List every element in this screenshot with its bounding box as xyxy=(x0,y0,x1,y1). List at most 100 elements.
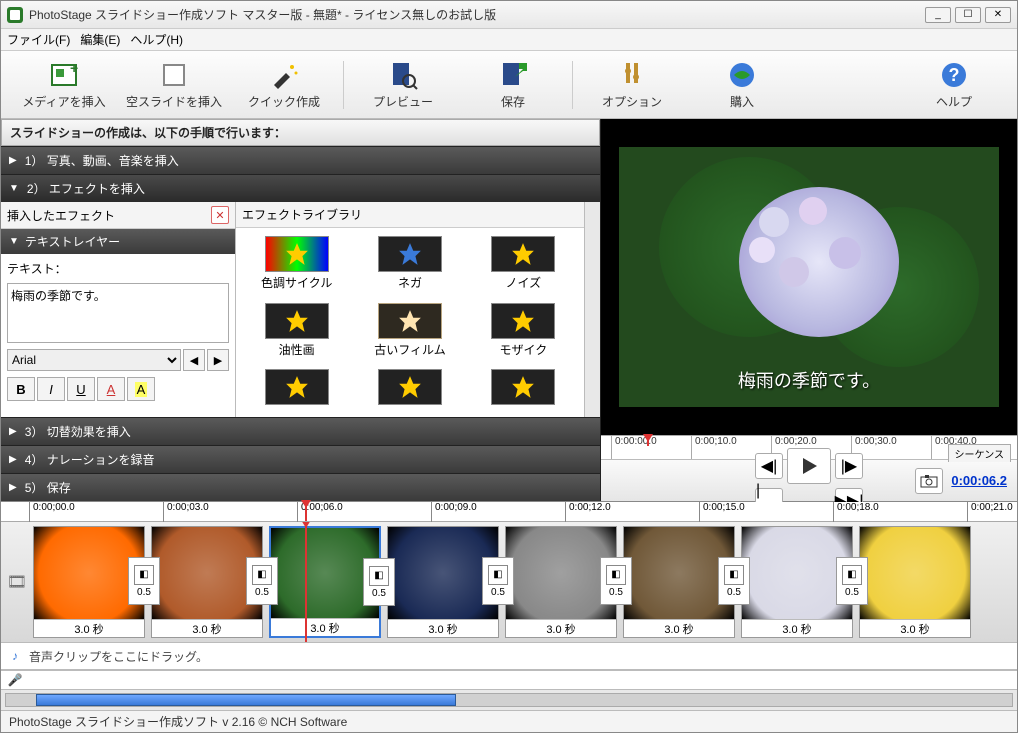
transition-badge[interactable]: ◧ 0.5 xyxy=(482,557,514,605)
timeline-video-track[interactable]: 🎞 ◧0.53.0 秒◧0.53.0 秒◧0.53.0 秒◧0.53.0 秒◧0… xyxy=(1,522,1017,642)
timeline-clip[interactable]: ◧0.53.0 秒 xyxy=(505,526,617,638)
next-frame-button[interactable]: |▶ xyxy=(835,453,863,479)
timecode[interactable]: 0:00:06.2 xyxy=(951,473,1007,488)
save-label: 保存 xyxy=(501,93,525,110)
insert-media-icon: + xyxy=(48,59,80,91)
vertical-scrollbar[interactable] xyxy=(584,202,600,417)
transition-duration: 0.5 xyxy=(491,587,505,598)
menu-file[interactable]: ファイル(F) xyxy=(7,31,70,48)
transition-badge[interactable]: ◧0.5 xyxy=(246,557,278,605)
timeline-clip[interactable]: 3.0 秒 xyxy=(859,526,971,638)
insert-blank-button[interactable]: 空スライドを挿入 xyxy=(119,55,229,115)
menu-edit[interactable]: 編集(E) xyxy=(80,31,120,48)
effect-thumb-icon xyxy=(491,236,555,272)
effect-library-grid: 色調サイクル ネガ ノイズ 油性画 古いフィルム モザイク xyxy=(236,228,584,417)
effect-thumb-icon xyxy=(265,369,329,405)
clip-duration: 3.0 秒 xyxy=(271,618,379,636)
transition-icon: ◧ xyxy=(488,565,508,585)
underline-button[interactable]: U xyxy=(67,377,95,401)
effect-item[interactable] xyxy=(244,369,349,409)
step-3[interactable]: ▶3） 切替効果を挿入 xyxy=(1,417,600,445)
quick-create-icon xyxy=(268,59,300,91)
ruler-tick: 0:00;12.0 xyxy=(565,502,611,522)
transition-badge[interactable]: ◧0.5 xyxy=(363,558,395,606)
buy-label: 購入 xyxy=(730,93,754,110)
svg-text:?: ? xyxy=(949,65,960,85)
timeline-narration-track[interactable]: 🎤 xyxy=(1,670,1017,690)
ruler-tick: 0:00;09.0 xyxy=(431,502,477,522)
text-layer-header[interactable]: ▼ テキストレイヤー xyxy=(1,229,235,254)
sequence-tab[interactable]: シーケンス xyxy=(948,444,1012,462)
effect-item[interactable]: モザイク xyxy=(471,303,576,360)
inserted-effects-header: 挿入したエフェクト xyxy=(7,207,115,224)
text-input[interactable]: 梅雨の季節です。 xyxy=(7,283,229,343)
effect-item[interactable]: 油性画 xyxy=(244,303,349,360)
preview-button[interactable]: プレビュー xyxy=(348,55,458,115)
transition-duration: 0.5 xyxy=(255,587,269,598)
step-2-label: 2） エフェクトを挿入 xyxy=(27,180,145,197)
maximize-button[interactable]: ☐ xyxy=(955,7,981,23)
timeline-clip[interactable]: ◧0.53.0 秒 xyxy=(151,526,263,638)
bold-button[interactable]: B xyxy=(7,377,35,401)
effect-thumb-icon xyxy=(491,369,555,405)
step-2[interactable]: ▼2） エフェクトを挿入 xyxy=(1,174,600,202)
step-4[interactable]: ▶4） ナレーションを録音 xyxy=(1,445,600,473)
timeline-clip[interactable]: ◧0.53.0 秒 xyxy=(741,526,853,638)
buy-button[interactable]: 購入 xyxy=(687,55,797,115)
remove-effect-button[interactable]: ✕ xyxy=(211,206,229,224)
font-prev-button[interactable]: ◀ xyxy=(183,349,205,371)
timeline-clip[interactable]: ◧0.53.0 秒 xyxy=(623,526,735,638)
ruler-tick: 0:00;15.0 xyxy=(699,502,745,522)
quick-create-button[interactable]: クイック作成 xyxy=(229,55,339,115)
preview-playhead[interactable] xyxy=(647,436,649,446)
font-select[interactable]: Arial xyxy=(7,349,181,371)
transition-badge[interactable]: ◧0.5 xyxy=(600,557,632,605)
transition-badge[interactable]: ◧0.5 xyxy=(128,557,160,605)
effect-item[interactable]: ノイズ xyxy=(471,236,576,293)
save-button[interactable]: 保存 xyxy=(458,55,568,115)
close-button[interactable]: ✕ xyxy=(985,7,1011,23)
ruler-tick: 0:00;03.0 xyxy=(163,502,209,522)
timeline-clip[interactable]: ◧0.53.0 秒 xyxy=(387,526,499,638)
font-color-button[interactable]: A xyxy=(97,377,125,401)
prev-frame-button[interactable]: ◀| xyxy=(755,453,783,479)
preview-panel: 梅雨の季節です。 0:00:00.0 0:00;10.0 0:00;20.0 0… xyxy=(601,119,1017,501)
timeline-audio-track[interactable]: ♪ 音声クリップをここにドラッグ。 xyxy=(1,642,1017,670)
menu-help[interactable]: ヘルプ(H) xyxy=(130,31,183,48)
transition-badge[interactable]: ◧0.5 xyxy=(836,557,868,605)
preview-caption: 梅雨の季節です。 xyxy=(619,367,999,393)
help-icon: ? xyxy=(938,59,970,91)
effect-item[interactable]: 古いフィルム xyxy=(357,303,462,360)
effect-item[interactable]: ネガ xyxy=(357,236,462,293)
minimize-button[interactable]: _ xyxy=(925,7,951,23)
font-next-button[interactable]: ▶ xyxy=(207,349,229,371)
timeline-ruler[interactable]: 0:00;00.0 0:00;03.0 0:00;06.0 0:00;09.0 … xyxy=(1,502,1017,522)
timeline-clip[interactable]: ◧0.53.0 秒 xyxy=(269,526,381,638)
transition-icon: ◧ xyxy=(724,565,744,585)
step-5[interactable]: ▶5） 保存 xyxy=(1,473,600,501)
window-title: PhotoStage スライドショー作成ソフト マスター版 - 無題* - ライ… xyxy=(29,6,925,23)
insert-media-button[interactable]: + メディアを挿入 xyxy=(9,55,119,115)
effect-item-label: 油性画 xyxy=(279,341,315,358)
help-button[interactable]: ? ヘルプ xyxy=(899,55,1009,115)
effect-thumb-icon xyxy=(491,303,555,339)
highlight-button[interactable]: A xyxy=(127,377,155,401)
italic-button[interactable]: I xyxy=(37,377,65,401)
chevron-right-icon: ▶ xyxy=(9,482,17,493)
snapshot-button[interactable] xyxy=(915,468,943,494)
timeline-clip[interactable]: ◧0.53.0 秒 xyxy=(33,526,145,638)
scrollbar-thumb[interactable] xyxy=(36,694,456,706)
play-controls: シーケンス ◀| |▶ |◀◀ ▶▶| 0:00:06.2 xyxy=(601,459,1017,501)
transition-badge[interactable]: ◧0.5 xyxy=(718,557,750,605)
effect-item[interactable]: 色調サイクル xyxy=(244,236,349,293)
horizontal-scrollbar[interactable] xyxy=(5,693,1013,707)
timeline-playhead[interactable] xyxy=(305,502,307,521)
effect-item[interactable] xyxy=(357,369,462,409)
titlebar: PhotoStage スライドショー作成ソフト マスター版 - 無題* - ライ… xyxy=(1,1,1017,29)
toolbar-separator xyxy=(572,61,573,109)
chevron-right-icon: ▶ xyxy=(9,426,17,437)
effect-item[interactable] xyxy=(471,369,576,409)
options-button[interactable]: オプション xyxy=(577,55,687,115)
step-1[interactable]: ▶1） 写真、動画、音楽を挿入 xyxy=(1,146,600,174)
play-button[interactable] xyxy=(787,448,831,484)
